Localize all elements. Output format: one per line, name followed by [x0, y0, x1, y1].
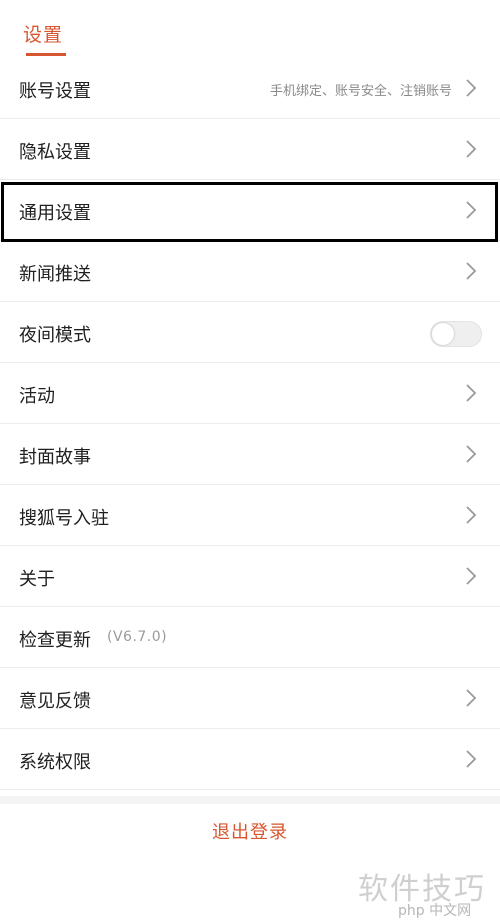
toggle-knob	[432, 323, 454, 345]
watermark-site: php 中文网	[398, 903, 472, 919]
version-label: (V6.7.0)	[107, 629, 168, 645]
chevron-right-icon	[464, 383, 478, 403]
chevron-right-icon	[464, 78, 478, 98]
page-title-tab[interactable]: 设置	[23, 20, 63, 47]
tab-active-indicator	[26, 53, 66, 56]
settings-item-system-permissions[interactable]: 系统权限	[0, 729, 500, 790]
settings-item-label: 通用设置	[19, 203, 91, 224]
settings-item-label: 检查更新	[19, 630, 91, 651]
settings-item-news-push[interactable]: 新闻推送	[0, 241, 500, 302]
chevron-right-icon	[464, 200, 478, 220]
settings-item-label: 活动	[19, 386, 55, 407]
chevron-right-icon	[464, 139, 478, 159]
settings-item-label: 隐私设置	[19, 142, 91, 163]
chevron-right-icon	[464, 261, 478, 281]
chevron-right-icon	[464, 444, 478, 464]
settings-item-subtitle: 手机绑定、账号安全、注销账号	[269, 84, 452, 99]
night-mode-toggle[interactable]	[430, 321, 482, 347]
top-tab-bar: 设置	[0, 0, 500, 58]
settings-item-label: 新闻推送	[19, 264, 91, 285]
settings-item-label: 系统权限	[19, 752, 91, 773]
settings-item-feedback[interactable]: 意见反馈	[0, 668, 500, 729]
settings-item-label: 关于	[19, 569, 55, 590]
chevron-right-icon	[464, 505, 478, 525]
settings-item-label: 意见反馈	[19, 691, 91, 712]
chevron-right-icon	[464, 688, 478, 708]
settings-item-sohu-account[interactable]: 搜狐号入驻	[0, 485, 500, 546]
logout-button[interactable]: 退出登录	[0, 804, 500, 862]
settings-item-activity[interactable]: 活动	[0, 363, 500, 424]
settings-item-privacy[interactable]: 隐私设置	[0, 119, 500, 180]
settings-item-check-update[interactable]: 检查更新 (V6.7.0)	[0, 607, 500, 668]
settings-item-label: 搜狐号入驻	[19, 508, 109, 529]
section-divider	[0, 796, 500, 804]
settings-item-night-mode: 夜间模式	[0, 302, 500, 363]
settings-item-cover-story[interactable]: 封面故事	[0, 424, 500, 485]
settings-item-account[interactable]: 账号设置 手机绑定、账号安全、注销账号	[0, 58, 500, 119]
settings-item-about[interactable]: 关于	[0, 546, 500, 607]
settings-item-label: 封面故事	[19, 447, 91, 468]
settings-item-label: 账号设置	[19, 81, 91, 102]
settings-item-general[interactable]: 通用设置	[0, 180, 500, 241]
chevron-right-icon	[464, 749, 478, 769]
chevron-right-icon	[464, 566, 478, 586]
settings-item-label: 夜间模式	[19, 325, 91, 346]
settings-list: 账号设置 手机绑定、账号安全、注销账号 隐私设置 通用设置 新闻推送 夜间模式 …	[0, 58, 500, 790]
